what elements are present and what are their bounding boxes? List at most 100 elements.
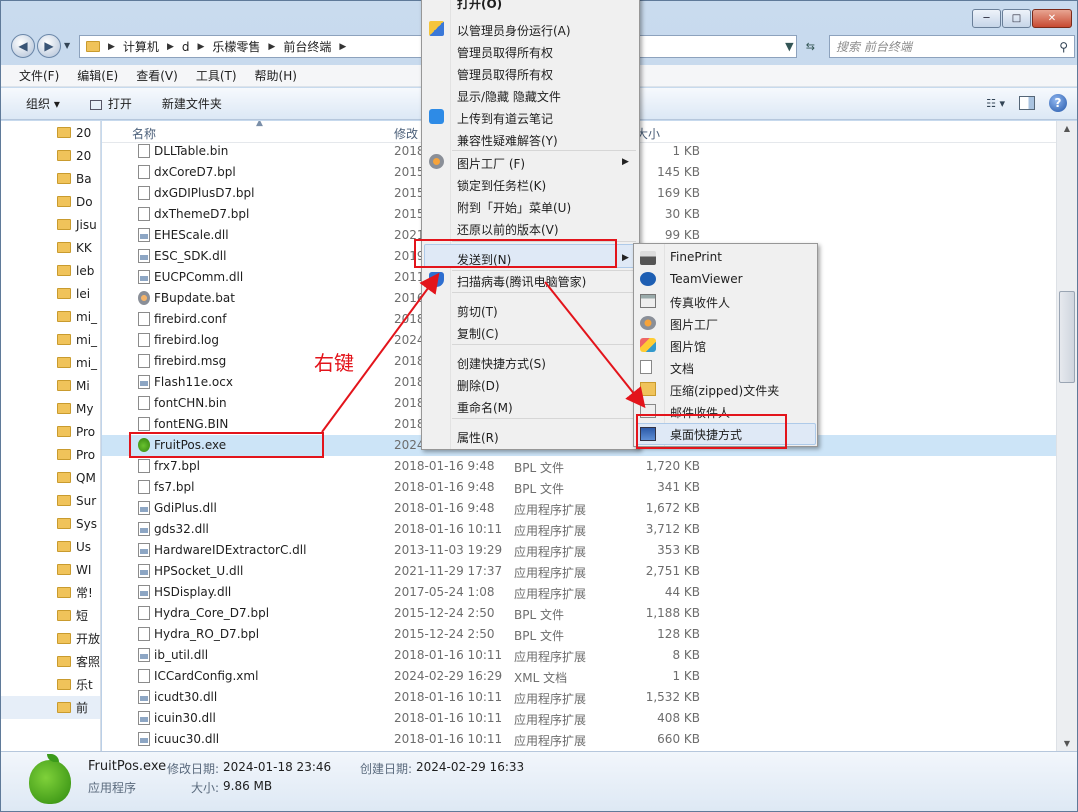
scroll-down-icon[interactable]: ▼: [1057, 739, 1077, 748]
chevron-right-icon[interactable]: ▶: [197, 42, 204, 52]
sendto-teamviewer[interactable]: TeamViewer: [670, 272, 743, 286]
file-row[interactable]: HSDisplay.dll 2017-05-24 1:08 应用程序扩展 44 KB: [102, 582, 1058, 603]
menu-view[interactable]: 查看(V): [136, 67, 178, 84]
breadcrumb-lemeng[interactable]: 乐檬零售: [212, 38, 260, 55]
nav-tree-item[interactable]: Pro: [1, 420, 100, 443]
refresh-icon[interactable]: ⇆: [806, 40, 815, 53]
menu-picture-factory[interactable]: 图片工厂 (F): [457, 155, 525, 172]
menu-rename[interactable]: 重命名(M): [457, 399, 513, 416]
help-icon[interactable]: ?: [1049, 94, 1067, 112]
sendto-documents[interactable]: 文档: [670, 360, 694, 377]
sendto-picture-factory[interactable]: 图片工厂: [670, 316, 718, 333]
nav-tree-item[interactable]: leb: [1, 259, 100, 282]
menu-take-ownership-1[interactable]: 管理员取得所有权: [457, 44, 553, 61]
nav-tree-item[interactable]: mi_: [1, 328, 100, 351]
preview-pane-icon[interactable]: [1019, 96, 1035, 110]
nav-tree-item[interactable]: Jisu: [1, 213, 100, 236]
menu-restore[interactable]: 还原以前的版本(V): [457, 221, 559, 238]
breadcrumb-terminal[interactable]: 前台终端: [283, 38, 331, 55]
nav-tree-item[interactable]: 前: [1, 696, 100, 719]
nav-tree-item[interactable]: lei: [1, 282, 100, 305]
breadcrumb-computer[interactable]: 计算机: [123, 38, 159, 55]
file-row[interactable]: ib_util.dll 2018-01-16 10:11 应用程序扩展 8 KB: [102, 645, 1058, 666]
new-folder-button[interactable]: 新建文件夹: [162, 95, 222, 112]
file-row[interactable]: HardwareIDExtractorC.dll 2013-11-03 19:29…: [102, 540, 1058, 561]
nav-tree-item[interactable]: QM: [1, 466, 100, 489]
menu-delete[interactable]: 删除(D): [457, 377, 500, 394]
breadcrumb-d[interactable]: d: [182, 40, 190, 54]
menu-help[interactable]: 帮助(H): [255, 67, 297, 84]
file-row[interactable]: frx7.bpl 2018-01-16 9:48 BPL 文件 1,720 KB: [102, 456, 1058, 477]
menu-edit[interactable]: 编辑(E): [77, 67, 118, 84]
nav-tree-item[interactable]: mi_: [1, 351, 100, 374]
menu-pin-taskbar[interactable]: 锁定到任务栏(K): [457, 177, 546, 194]
nav-tree-item[interactable]: Do: [1, 190, 100, 213]
nav-tree-item[interactable]: Sys: [1, 512, 100, 535]
nav-tree-item[interactable]: My: [1, 397, 100, 420]
sendto-fineprint[interactable]: FinePrint: [670, 250, 722, 264]
file-row[interactable]: ICCardConfig.xml 2024-02-29 16:29 XML 文档 1 …: [102, 666, 1058, 687]
menu-show-hide[interactable]: 显示/隐藏 隐藏文件: [457, 88, 561, 105]
nav-tree-item[interactable]: 20: [1, 121, 100, 144]
vertical-scrollbar[interactable]: ▲ ▼: [1056, 121, 1077, 751]
menu-copy[interactable]: 复制(C): [457, 325, 499, 342]
nav-tree-item[interactable]: 短: [1, 604, 100, 627]
file-row[interactable]: GdiPlus.dll 2018-01-16 9:48 应用程序扩展 1,672 KB: [102, 498, 1058, 519]
file-row[interactable]: icudt30.dll 2018-01-16 10:11 应用程序扩展 1,532 K…: [102, 687, 1058, 708]
menu-file[interactable]: 文件(F): [19, 67, 59, 84]
menu-run-as-admin[interactable]: 以管理员身份运行(A): [457, 22, 571, 39]
chevron-right-icon[interactable]: ▶: [108, 42, 115, 52]
organize-button[interactable]: 组织 ▾: [26, 95, 60, 112]
search-icon[interactable]: ⚲: [1059, 40, 1068, 54]
address-dropdown-icon[interactable]: ▼: [785, 40, 793, 53]
menu-properties[interactable]: 属性(R): [457, 429, 499, 446]
nav-tree-item[interactable]: Sur: [1, 489, 100, 512]
sendto-fax[interactable]: 传真收件人: [670, 294, 730, 311]
file-row[interactable]: Hydra_Core_D7.bpl 2015-12-24 2:50 BPL 文件 1,…: [102, 603, 1058, 624]
menu-scan-virus[interactable]: 扫描病毒(腾讯电脑管家): [457, 273, 586, 290]
sendto-picture-gallery[interactable]: 图片馆: [670, 338, 706, 355]
scrollbar-thumb[interactable]: [1059, 291, 1075, 383]
menu-tools[interactable]: 工具(T): [196, 67, 237, 84]
menu-take-ownership-2[interactable]: 管理员取得所有权: [457, 66, 553, 83]
chevron-right-icon[interactable]: ▶: [167, 42, 174, 52]
menu-youdao[interactable]: 上传到有道云笔记: [457, 110, 553, 127]
nav-tree-item[interactable]: Mi: [1, 374, 100, 397]
maximize-button[interactable]: □: [1002, 9, 1031, 28]
nav-tree-item[interactable]: 常!: [1, 581, 100, 604]
file-row[interactable]: gds32.dll 2018-01-16 10:11 应用程序扩展 3,712 KB: [102, 519, 1058, 540]
forward-button[interactable]: ▶: [37, 34, 61, 58]
sendto-zip[interactable]: 压缩(zipped)文件夹: [670, 382, 779, 399]
chevron-right-icon[interactable]: ▶: [268, 42, 275, 52]
close-button[interactable]: ✕: [1032, 9, 1072, 28]
back-button[interactable]: ◀: [11, 34, 35, 58]
nav-tree-item[interactable]: 乐t: [1, 673, 100, 696]
search-input[interactable]: 搜索 前台终端 ⚲: [829, 35, 1075, 58]
minimize-button[interactable]: ─: [972, 9, 1001, 28]
nav-tree-item[interactable]: Us: [1, 535, 100, 558]
file-row[interactable]: icuin30.dll 2018-01-16 10:11 应用程序扩展 408 KB: [102, 708, 1058, 729]
column-date[interactable]: 修改: [394, 125, 418, 142]
nav-tree-item[interactable]: mi_: [1, 305, 100, 328]
column-name[interactable]: 名称: [132, 125, 156, 142]
file-row[interactable]: Hydra_RO_D7.bpl 2015-12-24 2:50 BPL 文件 128 …: [102, 624, 1058, 645]
view-options-icon[interactable]: ☷ ▾: [986, 97, 1005, 110]
file-row[interactable]: icuuc30.dll 2018-01-16 10:11 应用程序扩展 660 KB: [102, 729, 1058, 750]
menu-cut[interactable]: 剪切(T): [457, 303, 498, 320]
nav-tree-item[interactable]: KK: [1, 236, 100, 259]
nav-tree-item[interactable]: 开放: [1, 627, 100, 650]
open-button[interactable]: 打开: [89, 95, 132, 112]
menu-create-shortcut[interactable]: 创建快捷方式(S): [457, 355, 546, 372]
menu-pin-start[interactable]: 附到「开始」菜单(U): [457, 199, 571, 216]
nav-tree-item[interactable]: 20: [1, 144, 100, 167]
nav-tree-item[interactable]: Ba: [1, 167, 100, 190]
nav-tree-item[interactable]: WI: [1, 558, 100, 581]
menu-open[interactable]: 打开(O): [457, 0, 502, 12]
chevron-right-icon[interactable]: ▶: [339, 42, 346, 52]
file-row[interactable]: fs7.bpl 2018-01-16 9:48 BPL 文件 341 KB: [102, 477, 1058, 498]
menu-compat[interactable]: 兼容性疑难解答(Y): [457, 132, 558, 149]
recent-pages-chevron-icon[interactable]: ▼: [64, 41, 70, 50]
nav-tree-item[interactable]: 客照: [1, 650, 100, 673]
scroll-up-icon[interactable]: ▲: [1057, 124, 1077, 133]
file-row[interactable]: HPSocket_U.dll 2021-11-29 17:37 应用程序扩展 2,75…: [102, 561, 1058, 582]
